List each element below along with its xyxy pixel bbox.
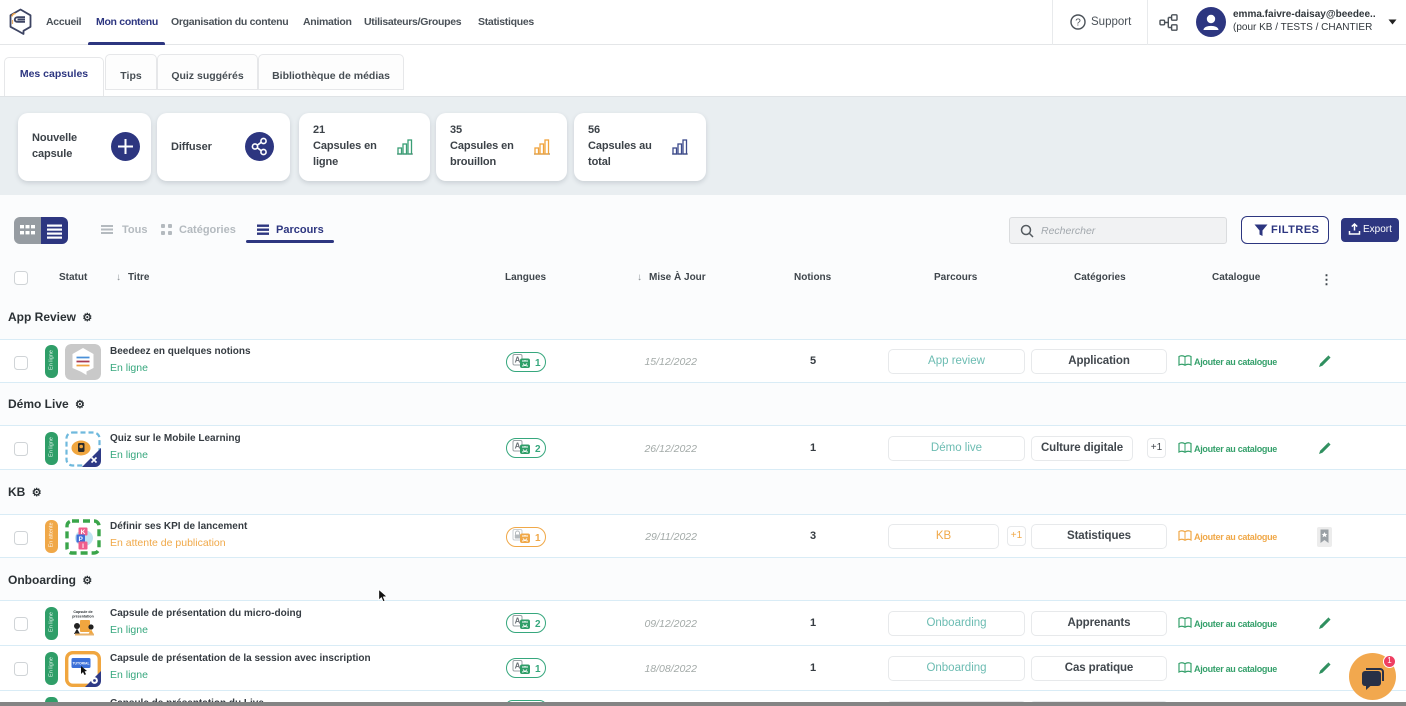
svg-text:2: 2 [535, 444, 541, 455]
svg-text:présentation: présentation [72, 615, 94, 619]
svg-text:A: A [515, 617, 521, 626]
svg-text:I: I [82, 543, 84, 550]
svg-text:A: A [515, 356, 521, 365]
svg-text:TUTORIAL: TUTORIAL [72, 662, 89, 666]
svg-text:?: ? [1075, 18, 1081, 29]
svg-text:A: A [515, 442, 521, 451]
svg-text:2: 2 [535, 619, 541, 630]
svg-text:1: 1 [535, 664, 541, 675]
svg-text:1: 1 [535, 358, 541, 369]
svg-text:1: 1 [535, 533, 541, 544]
svg-text:Capsule de: Capsule de [73, 610, 92, 614]
svg-text:A: A [515, 662, 521, 671]
